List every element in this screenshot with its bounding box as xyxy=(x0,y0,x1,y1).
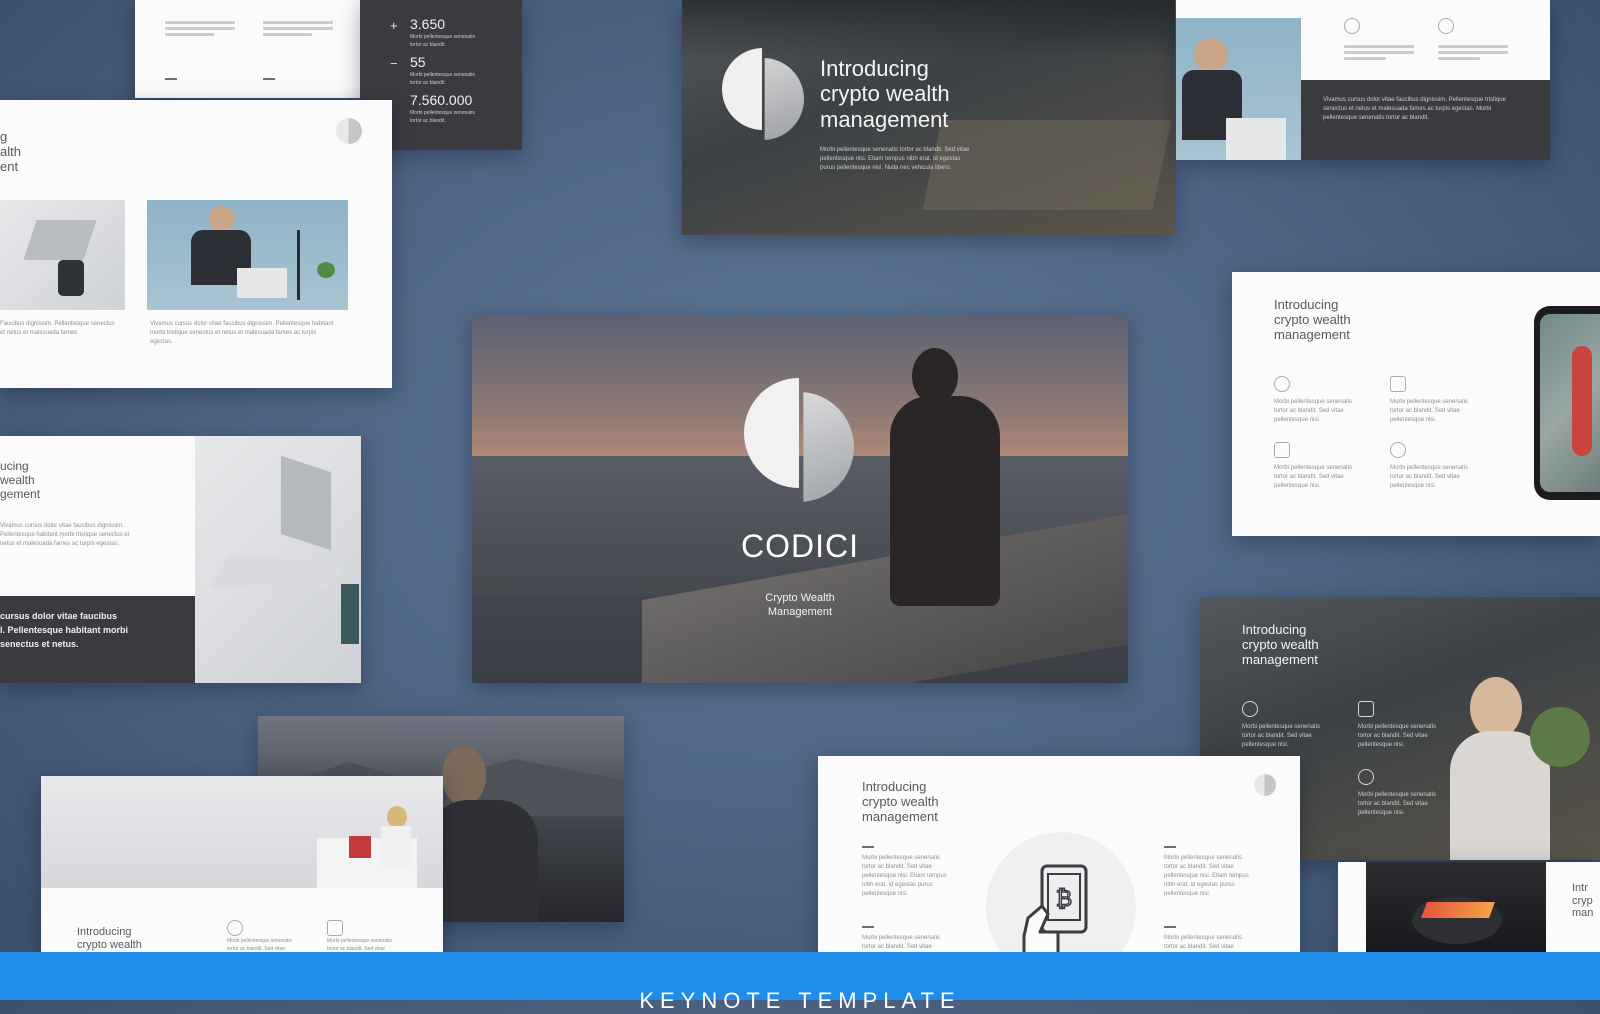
person-silhouette xyxy=(882,348,1002,608)
band-text: Vivamus cursus dolor vitae faucibus dign… xyxy=(1323,97,1506,121)
photo-businessman xyxy=(147,200,348,310)
photo-woman-sofa xyxy=(41,776,443,888)
divider xyxy=(862,846,874,848)
slide-left-lower: ucing wealth gement Vivamus cursus dolor… xyxy=(0,436,361,683)
slide-bottom-left: Introducing crypto wealth management Mor… xyxy=(41,776,443,972)
card-icon xyxy=(1274,442,1290,458)
slide-title: Introducing crypto wealth management xyxy=(862,779,939,824)
column-text: Morbi pellentesque senenatis tortor ac b… xyxy=(862,855,947,897)
brand-subtitle-2: Management xyxy=(767,606,833,618)
caption-right: Vivamus cursus dolor vitae faucibus dign… xyxy=(150,321,334,345)
slide-title: Introducing crypto wealth management xyxy=(820,56,950,132)
slide-top-right: Vivamus cursus dolor vitae faucibus dign… xyxy=(1176,0,1550,160)
feature-text: Morbi pellentesque senenatis tortor ac b… xyxy=(1358,792,1437,816)
wallet-icon xyxy=(1390,376,1406,392)
stat-value: 7.560.000 xyxy=(410,92,473,108)
photo-laptop xyxy=(195,436,361,683)
stat-caption: Morbi pellentesque senenatis tortor ac b… xyxy=(410,34,476,48)
globe-icon xyxy=(1344,18,1360,34)
feature-text: Morbi pellentesque senenatis tortor ac b… xyxy=(1390,399,1469,423)
stat-sign: + xyxy=(390,18,398,33)
logo-icon xyxy=(744,378,854,508)
logo-icon xyxy=(722,48,804,146)
slide-title-fragment: Intr cryp man xyxy=(1572,882,1594,920)
divider xyxy=(1164,926,1176,928)
slide-hero: CODICI Crypto Wealth Management xyxy=(472,316,1128,683)
slide-right-mid: Introducing crypto wealth management Mor… xyxy=(1232,272,1600,536)
feature-text: Morbi pellentesque senenatis tortor ac b… xyxy=(1242,724,1321,748)
feature-text: Morbi pellentesque senenatis tortor ac b… xyxy=(1274,465,1353,489)
text-band: cursus dolor vitae faucibus l. Pellentes… xyxy=(0,596,195,683)
footer-label: KEYNOTE TEMPLATE xyxy=(639,988,961,1013)
brand-name: CODICI xyxy=(741,528,859,564)
slide-top-left-text xyxy=(135,0,360,98)
stat-value: 3.650 xyxy=(410,16,446,32)
bitcoin-tablet-icon: ₿ xyxy=(1022,864,1088,960)
divider xyxy=(1164,846,1176,848)
slide-body: Vivamus cursus dolor vitae faucibus dign… xyxy=(0,523,130,547)
brand-subtitle-1: Crypto Wealth xyxy=(765,592,835,604)
globe-icon xyxy=(1274,376,1290,392)
stat-value: 55 xyxy=(410,54,426,70)
wallet-icon xyxy=(327,920,343,936)
phone-mockup xyxy=(1534,306,1600,500)
stat-caption: Morbi pellentesque senenatis tortor ac b… xyxy=(410,72,476,86)
wallet-icon xyxy=(1358,701,1374,717)
slide-top-center-photo: Introducing crypto wealth management Mor… xyxy=(682,0,1175,235)
logo-icon xyxy=(1254,774,1276,796)
svg-text:₿: ₿ xyxy=(1056,887,1072,912)
logo-icon xyxy=(336,118,362,144)
globe-icon xyxy=(1242,701,1258,717)
slide-title-fragment: ucing wealth gement xyxy=(0,459,41,501)
slide-title-fragment: g alth ent xyxy=(0,129,21,174)
slide-bottom-center: Introducing crypto wealth management Mor… xyxy=(818,756,1300,972)
slide-body: Morbi pellentesque senenatis tortor ac b… xyxy=(820,147,970,171)
text-band: Vivamus cursus dolor vitae faucibus dign… xyxy=(1301,80,1550,160)
photo-businessman xyxy=(1176,18,1301,160)
slide-left-mid: g alth ent Faucibus dignissim. Pellentes… xyxy=(0,100,392,388)
column-text: Morbi pellentesque senenatis tortor ac b… xyxy=(1164,855,1249,897)
stat-caption: Morbi pellentesque senenatis tortor ac b… xyxy=(410,110,476,124)
divider xyxy=(862,926,874,928)
globe-icon xyxy=(227,920,243,936)
globe-icon xyxy=(1438,18,1454,34)
plant xyxy=(1530,707,1590,767)
feature-text: Morbi pellentesque senenatis tortor ac b… xyxy=(1390,465,1469,489)
photo-laptop xyxy=(0,200,125,310)
coins-icon xyxy=(1390,442,1406,458)
slide-title: Introducing crypto wealth management xyxy=(1242,622,1319,667)
feature-text: Morbi pellentesque senenatis tortor ac b… xyxy=(1274,399,1353,423)
slide-title: Introducing crypto wealth management xyxy=(1274,297,1351,342)
coins-icon xyxy=(1358,769,1374,785)
caption-left: Faucibus dignissim. Pellentesque senectu… xyxy=(0,321,115,336)
person-phone xyxy=(428,746,548,922)
band-bold-text: cursus dolor vitae faucibus l. Pellentes… xyxy=(0,611,129,649)
stat-sign: − xyxy=(390,56,398,71)
feature-text: Morbi pellentesque senenatis tortor ac b… xyxy=(1358,724,1437,748)
